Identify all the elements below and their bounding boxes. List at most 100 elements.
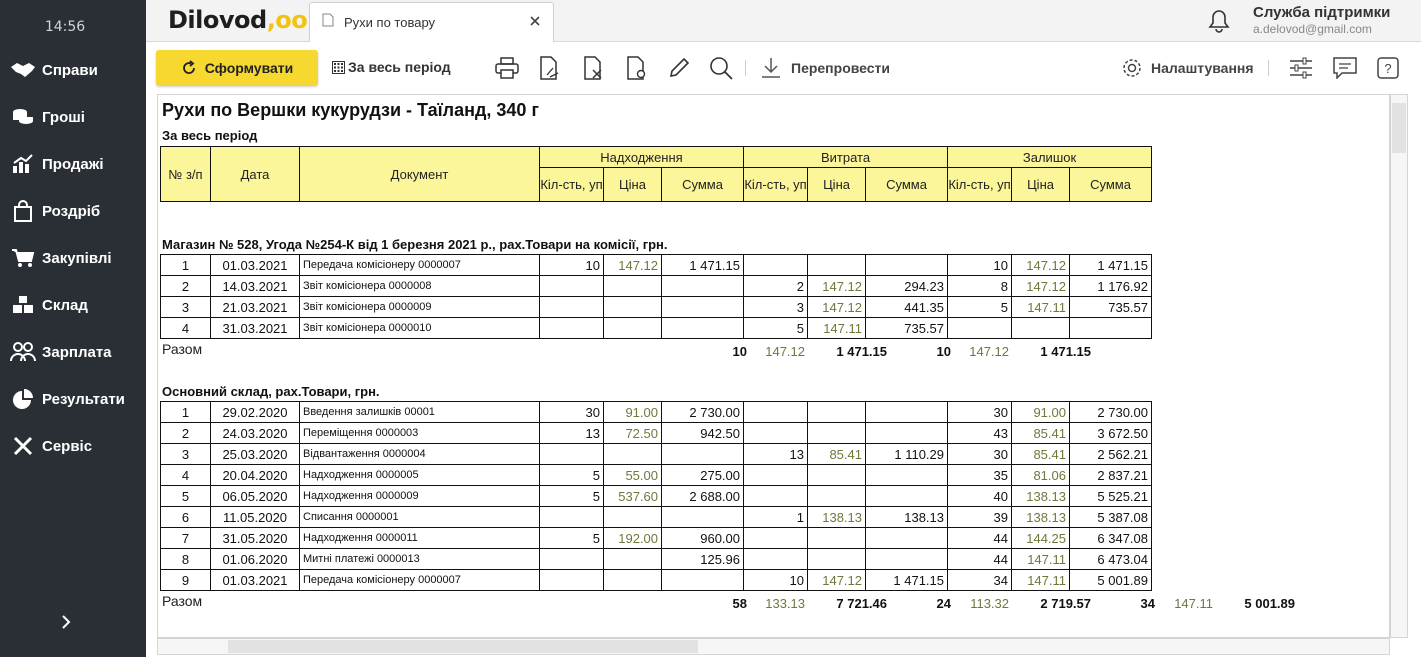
table-row[interactable]: 2 24.03.2020 Переміщення 0000003 13 72.50 942… [160, 422, 1152, 444]
edit-pencil-icon[interactable] [665, 54, 693, 82]
sidebar-item-warehouse[interactable]: Склад [0, 285, 146, 325]
table-cell: Списання 0000001 [299, 506, 540, 528]
sidebar-item-results[interactable]: Результати [0, 379, 146, 419]
print-icon[interactable] [493, 54, 521, 82]
sliders-icon[interactable] [1287, 54, 1315, 82]
handshake-icon [0, 61, 42, 79]
toolbar: Сформувати За весь період Перепровести Н… [146, 42, 1421, 94]
section-title: Основний склад, рах.Товари, грн. [162, 384, 380, 399]
table-cell: Звіт комісіонера 0000009 [299, 296, 540, 318]
toolbar-divider [1268, 60, 1269, 76]
close-icon[interactable] [529, 14, 541, 32]
table-row[interactable]: 8 01.06.2020 Митні платежі 0000013 125.96 44… [160, 548, 1152, 570]
table-cell: Надходження 0000009 [299, 485, 540, 507]
search-icon[interactable] [707, 54, 735, 82]
table-cell: Надходження 0000011 [299, 527, 540, 549]
sidebar-item-salary[interactable]: Зарплата [0, 332, 146, 372]
chat-icon[interactable] [1331, 54, 1359, 82]
table-cell: 06.05.2020 [210, 485, 300, 507]
generate-button[interactable]: Сформувати [156, 50, 318, 86]
sidebar-item-purchases[interactable]: Закупівлі [0, 238, 146, 278]
table-cell: 3 [743, 296, 808, 318]
table-cell: 5 387.08 [1069, 506, 1152, 528]
table-cell: 4 [160, 464, 211, 486]
table-row[interactable]: 6 11.05.2020 Списання 0000001 1 138.13 138.13… [160, 506, 1152, 528]
table-cell: 91.00 [603, 401, 662, 423]
table-cell: 147.11 [1011, 548, 1070, 570]
table-cell: 30 [947, 401, 1012, 423]
sidebar-item-label: Сервіс [42, 437, 93, 455]
table-cell: 1 [743, 506, 808, 528]
table-row[interactable]: 5 06.05.2020 Надходження 0000009 5 537.60 2 6… [160, 485, 1152, 507]
table-cell: 6 473.04 [1069, 548, 1152, 570]
report-period: За весь період [162, 128, 258, 143]
table-cell: 441.35 [865, 296, 948, 318]
report-header-table: № з/п Дата Документ Надходження Витрата … [160, 146, 1153, 202]
table-cell [1069, 317, 1152, 339]
sidebar-item-money[interactable]: Гроші [0, 97, 146, 137]
export-pdf-icon[interactable] [536, 54, 564, 82]
vertical-scrollbar[interactable] [1390, 94, 1408, 638]
table-cell: 13 [743, 443, 808, 465]
scrollbar-thumb[interactable] [228, 640, 698, 653]
header-expense: Витрата [743, 146, 949, 168]
people-icon [0, 342, 42, 362]
bell-icon[interactable] [1208, 9, 1230, 38]
table-row[interactable]: 2 14.03.2021 Звіт комісіонера 0000008 2 147.… [160, 275, 1152, 297]
table-cell: Надходження 0000005 [299, 464, 540, 486]
table-cell [539, 296, 604, 318]
sidebar-item-sales[interactable]: Продажі [0, 144, 146, 184]
table-row[interactable]: 4 31.03.2021 Звіт комісіонера 0000010 5 147.… [160, 317, 1152, 339]
table-row[interactable]: 7 31.05.2020 Надходження 0000011 5 192.00 960… [160, 527, 1152, 549]
table-cell: 10 [539, 254, 604, 276]
export-excel-icon[interactable] [580, 54, 608, 82]
table-cell: 5 001.89 [1069, 569, 1152, 591]
table-cell: 5 [743, 317, 808, 339]
repost-button[interactable]: Перепровести [761, 54, 890, 82]
table-cell: 1 471.15 [1069, 254, 1152, 276]
sidebar-item-label: Роздріб [42, 202, 101, 220]
scrollbar-thumb[interactable] [1392, 103, 1406, 153]
sidebar-item-service[interactable]: Сервіс [0, 426, 146, 466]
clock: 14:56 [44, 19, 86, 35]
sidebar-item-retail[interactable]: Роздріб [0, 191, 146, 231]
table-cell: 43 [947, 422, 1012, 444]
table-cell: 125.96 [661, 548, 744, 570]
table-cell: 29.02.2020 [210, 401, 300, 423]
horizontal-scrollbar[interactable] [157, 638, 1390, 655]
total-label: Разом [162, 341, 203, 357]
table-cell: 5 [539, 464, 604, 486]
sidebar-item-label: Продажі [42, 155, 104, 173]
table-cell: 735.57 [865, 317, 948, 339]
period-selector[interactable]: За весь період [332, 59, 451, 75]
export-settings-icon[interactable] [623, 54, 651, 82]
table-cell: 81.06 [1011, 464, 1070, 486]
settings-button[interactable]: Налаштування [1121, 54, 1254, 82]
table-row[interactable]: 3 21.03.2021 Звіт комісіонера 0000009 3 147.… [160, 296, 1152, 318]
table-cell: 1 [160, 254, 211, 276]
sidebar-item-label: Результати [42, 390, 125, 408]
header-income: Надходження [538, 146, 745, 168]
table-cell: 147.12 [807, 296, 866, 318]
coins-icon [0, 107, 42, 127]
table-row[interactable]: 1 01.03.2021 Передача комісіонеру 0000007 1… [160, 254, 1152, 276]
table-cell: 3 [160, 296, 211, 318]
help-icon[interactable]: ? [1374, 54, 1402, 82]
table-cell: 3 [160, 443, 211, 465]
total-value: 147.12 [765, 344, 805, 359]
support-block[interactable]: Служба підтримки a.delovod@gmail.com [1253, 4, 1390, 36]
table-cell: 2 730.00 [661, 401, 744, 423]
table-row[interactable]: 3 25.03.2020 Відвантаження 0000004 13 85.41 1… [160, 443, 1152, 465]
table-row[interactable]: 4 20.04.2020 Надходження 0000005 5 55.00 275.… [160, 464, 1152, 486]
table-row[interactable]: 1 29.02.2020 Введення залишків 00001 30 91.0… [160, 401, 1152, 423]
table-cell [947, 317, 1012, 339]
table-cell: 13 [539, 422, 604, 444]
header-balance: Залишок [947, 146, 1153, 168]
chevron-right-icon[interactable] [56, 610, 76, 634]
table-cell [807, 485, 866, 507]
sidebar-item-affairs[interactable]: Справи [0, 50, 146, 90]
tab-report[interactable]: Рухи по товару [309, 2, 554, 42]
table-row[interactable]: 9 01.03.2021 Передача комісіонеру 0000007 1… [160, 569, 1152, 591]
table-cell: Передача комісіонеру 0000007 [299, 254, 540, 276]
shopping-bag-icon [0, 200, 42, 222]
